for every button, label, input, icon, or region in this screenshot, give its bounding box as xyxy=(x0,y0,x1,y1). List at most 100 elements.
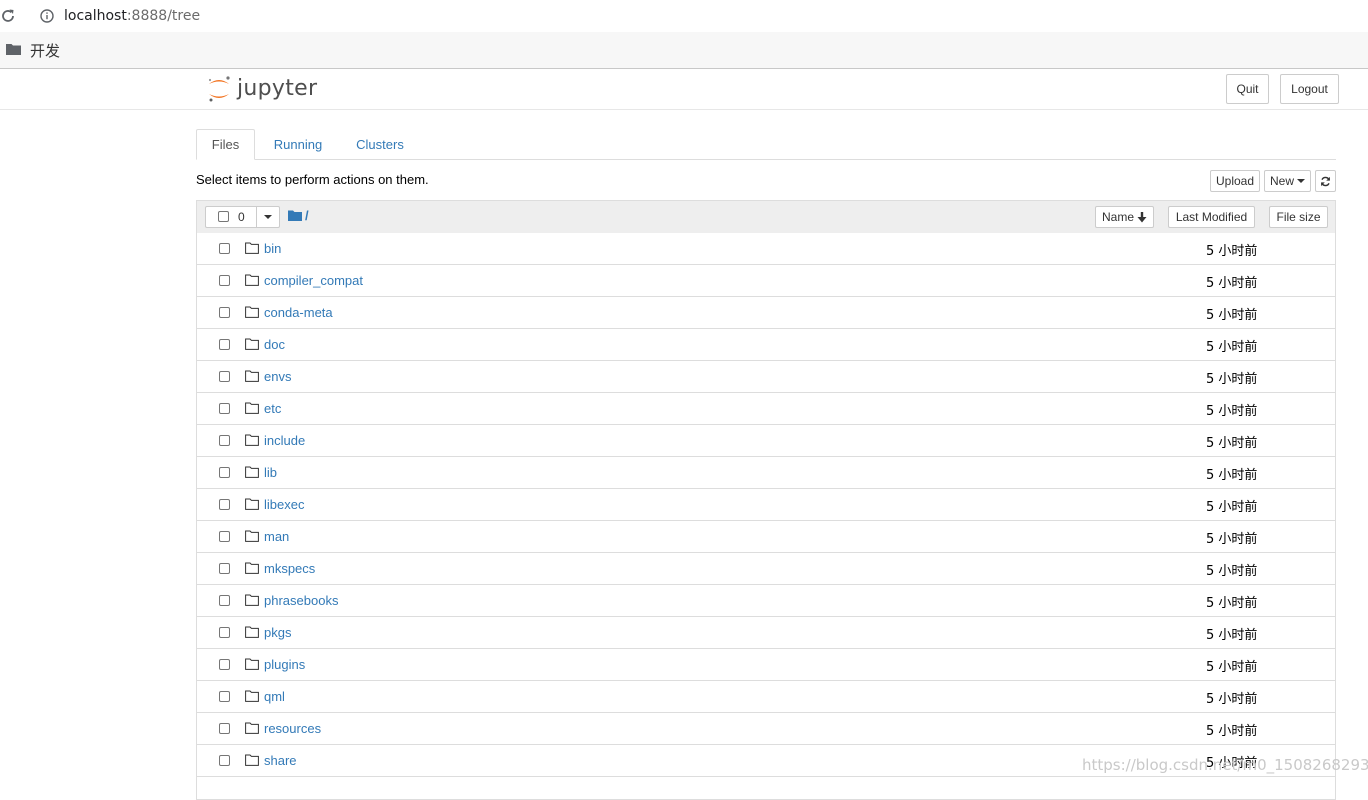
url-text[interactable]: localhost:8888/tree xyxy=(64,8,200,24)
item-checkbox[interactable] xyxy=(219,595,230,606)
item-checkbox[interactable] xyxy=(219,275,230,286)
item-checkbox[interactable] xyxy=(219,339,230,350)
item-name-link[interactable]: conda-meta xyxy=(264,305,333,320)
list-item[interactable]: phrasebooks 5 小时前 xyxy=(197,585,1335,617)
selection-hint: Select items to perform actions on them. xyxy=(196,172,429,187)
folder-outline-icon xyxy=(245,562,259,574)
item-checkbox[interactable] xyxy=(219,307,230,318)
item-checkbox[interactable] xyxy=(219,723,230,734)
folder-outline-icon xyxy=(245,658,259,670)
folder-outline-icon xyxy=(245,306,259,318)
jupyter-logo-text: jupyter xyxy=(237,76,318,101)
reload-icon[interactable] xyxy=(0,8,16,24)
item-checkbox[interactable] xyxy=(219,243,230,254)
file-list: 0 / Name Last Modified File size bin 5 小时… xyxy=(196,200,1336,800)
list-item[interactable]: mkspecs 5 小时前 xyxy=(197,553,1335,585)
folder-outline-icon xyxy=(245,754,259,766)
list-item[interactable]: resources 5 小时前 xyxy=(197,713,1335,745)
item-modified: 5 小时前 xyxy=(1206,372,1258,387)
selected-count: 0 xyxy=(238,210,245,224)
list-item[interactable]: lib 5 小时前 xyxy=(197,457,1335,489)
folder-outline-icon xyxy=(245,274,259,286)
item-checkbox[interactable] xyxy=(219,531,230,542)
item-modified: 5 小时前 xyxy=(1206,564,1258,579)
list-item[interactable]: bin 5 小时前 xyxy=(197,233,1335,265)
item-name-link[interactable]: envs xyxy=(264,369,291,384)
tab-files[interactable]: Files xyxy=(196,129,255,160)
item-name-link[interactable]: bin xyxy=(264,241,281,256)
item-name-link[interactable]: etc xyxy=(264,401,281,416)
tab-clusters[interactable]: Clusters xyxy=(341,129,419,159)
select-all-group: 0 xyxy=(205,206,280,228)
item-modified: 5 小时前 xyxy=(1206,340,1258,355)
item-checkbox[interactable] xyxy=(219,499,230,510)
folder-icon xyxy=(288,210,302,221)
new-button[interactable]: New xyxy=(1264,170,1311,192)
item-checkbox[interactable] xyxy=(219,755,230,766)
item-modified: 5 小时前 xyxy=(1206,276,1258,291)
list-item[interactable]: man 5 小时前 xyxy=(197,521,1335,553)
list-item[interactable]: pkgs 5 小时前 xyxy=(197,617,1335,649)
item-name-link[interactable]: pkgs xyxy=(264,625,291,640)
breadcrumb-root[interactable]: / xyxy=(305,208,309,223)
tab-running[interactable]: Running xyxy=(259,129,337,159)
item-name-link[interactable]: qml xyxy=(264,689,285,704)
list-item[interactable]: include 5 小时前 xyxy=(197,425,1335,457)
item-name-link[interactable]: share xyxy=(264,753,297,768)
sort-by-name-button[interactable]: Name xyxy=(1095,206,1154,228)
folder-outline-icon xyxy=(245,498,259,510)
item-modified: 5 小时前 xyxy=(1206,596,1258,611)
list-item[interactable]: qml 5 小时前 xyxy=(197,681,1335,713)
item-checkbox[interactable] xyxy=(219,691,230,702)
folder-icon xyxy=(6,44,21,55)
item-checkbox[interactable] xyxy=(219,563,230,574)
item-name-link[interactable]: phrasebooks xyxy=(264,593,338,608)
tab-bar: Files Running Clusters xyxy=(196,129,1336,160)
item-name-link[interactable]: doc xyxy=(264,337,285,352)
item-name-link[interactable]: resources xyxy=(264,721,321,736)
item-name-link[interactable]: mkspecs xyxy=(264,561,315,576)
item-checkbox[interactable] xyxy=(219,403,230,414)
url-host: localhost xyxy=(64,8,127,24)
list-item[interactable]: libexec 5 小时前 xyxy=(197,489,1335,521)
list-item[interactable]: plugins 5 小时前 xyxy=(197,649,1335,681)
item-checkbox[interactable] xyxy=(219,659,230,670)
item-modified: 5 小时前 xyxy=(1206,308,1258,323)
list-item[interactable]: compiler_compat 5 小时前 xyxy=(197,265,1335,297)
select-menu-caret-icon[interactable] xyxy=(264,215,272,219)
item-modified: 5 小时前 xyxy=(1206,244,1258,259)
list-item[interactable]: etc 5 小时前 xyxy=(197,393,1335,425)
item-checkbox[interactable] xyxy=(219,467,230,478)
address-bar: localhost:8888/tree xyxy=(0,0,1368,32)
logout-button[interactable]: Logout xyxy=(1280,74,1339,104)
info-icon[interactable] xyxy=(40,9,54,23)
item-checkbox[interactable] xyxy=(219,371,230,382)
item-checkbox[interactable] xyxy=(219,435,230,446)
url-path: :8888/tree xyxy=(126,8,201,24)
item-name-link[interactable]: man xyxy=(264,529,289,544)
sort-by-modified-button[interactable]: Last Modified xyxy=(1168,206,1255,228)
upload-button[interactable]: Upload xyxy=(1210,170,1260,192)
item-modified: 5 小时前 xyxy=(1206,500,1258,515)
file-list-header: 0 / Name Last Modified File size xyxy=(197,201,1335,234)
sort-by-size-button[interactable]: File size xyxy=(1269,206,1328,228)
quit-button[interactable]: Quit xyxy=(1226,74,1269,104)
folder-outline-icon xyxy=(245,338,259,350)
select-all-checkbox[interactable] xyxy=(218,211,229,222)
item-name-link[interactable]: compiler_compat xyxy=(264,273,363,288)
list-item[interactable]: envs 5 小时前 xyxy=(197,361,1335,393)
item-name-link[interactable]: libexec xyxy=(264,497,304,512)
bookmark-folder-dev[interactable]: 开发 xyxy=(30,40,60,61)
refresh-button[interactable] xyxy=(1315,170,1336,192)
list-item[interactable]: doc 5 小时前 xyxy=(197,329,1335,361)
item-name-link[interactable]: plugins xyxy=(264,657,305,672)
item-modified: 5 小时前 xyxy=(1206,628,1258,643)
item-checkbox[interactable] xyxy=(219,627,230,638)
jupyter-logo[interactable]: jupyter xyxy=(206,73,318,105)
sort-name-label: Name xyxy=(1101,210,1134,224)
item-name-link[interactable]: lib xyxy=(264,465,277,480)
list-item[interactable]: conda-meta 5 小时前 xyxy=(197,297,1335,329)
refresh-icon xyxy=(1321,176,1330,186)
item-name-link[interactable]: include xyxy=(264,433,305,448)
item-modified: 5 小时前 xyxy=(1206,660,1258,675)
